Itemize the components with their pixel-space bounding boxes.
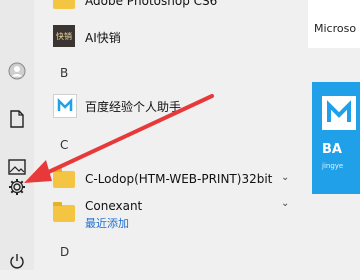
app-list: Adobe Photoshop CS6 快销 AI快销 B 百度经验个人助手 C… bbox=[34, 0, 296, 270]
app-label: Conexant bbox=[85, 199, 143, 213]
chevron-down-icon: ⌄ bbox=[281, 172, 290, 183]
app-label: 百度经验个人助手 bbox=[85, 100, 182, 114]
letter-label: D bbox=[60, 245, 70, 259]
folder-icon bbox=[53, 0, 75, 9]
letter-header-c[interactable]: C bbox=[34, 134, 296, 156]
tile-label: Microso bbox=[314, 22, 357, 35]
power-button[interactable] bbox=[0, 246, 34, 280]
power-icon bbox=[9, 253, 25, 273]
app-label: AI快销 bbox=[85, 31, 121, 45]
list-item-c-lodop[interactable]: C-Lodop(HTM-WEB-PRINT)32bit ⌄ bbox=[34, 168, 296, 192]
baidu-jingyan-icon bbox=[53, 94, 77, 118]
start-menu-rail bbox=[0, 0, 34, 270]
list-item-photoshop[interactable]: Adobe Photoshop CS6 bbox=[34, 0, 296, 16]
letter-header-d[interactable]: D bbox=[34, 240, 296, 262]
ai-kuaixiao-icon: 快销 bbox=[53, 25, 75, 47]
letter-label: C bbox=[60, 138, 69, 152]
list-item-baidu-jingyan[interactable]: 百度经验个人助手 bbox=[34, 92, 296, 120]
folder-icon bbox=[53, 168, 75, 188]
app-label: Adobe Photoshop CS6 bbox=[85, 0, 218, 8]
tile-microsoft[interactable]: Microso bbox=[308, 0, 360, 48]
settings-button[interactable] bbox=[0, 172, 34, 206]
tile-subtext: jingye bbox=[322, 162, 344, 170]
folder-icon bbox=[53, 202, 75, 222]
documents-button[interactable] bbox=[0, 104, 34, 138]
tiles-area: Microso BA jingye bbox=[296, 0, 360, 270]
chevron-down-icon: ⌄ bbox=[281, 198, 290, 209]
app-label: C-Lodop(HTM-WEB-PRINT)32bit bbox=[85, 172, 273, 186]
gear-icon bbox=[8, 178, 26, 200]
baidu-jingyan-tile-icon bbox=[322, 96, 356, 130]
letter-header-b[interactable]: B bbox=[34, 62, 296, 84]
document-icon bbox=[9, 110, 25, 132]
list-item-conexant[interactable]: Conexant 最近添加 ⌄ bbox=[34, 196, 296, 230]
recently-added-badge: 最近添加 bbox=[85, 217, 129, 230]
user-icon bbox=[8, 62, 26, 84]
tile-text: BA bbox=[322, 142, 342, 157]
user-account-button[interactable] bbox=[0, 56, 34, 90]
letter-label: B bbox=[60, 66, 69, 80]
tile-baidu-jingyan[interactable]: BA jingye bbox=[312, 82, 360, 194]
list-item-ai-kuaixiao[interactable]: 快销 AI快销 bbox=[34, 22, 296, 50]
